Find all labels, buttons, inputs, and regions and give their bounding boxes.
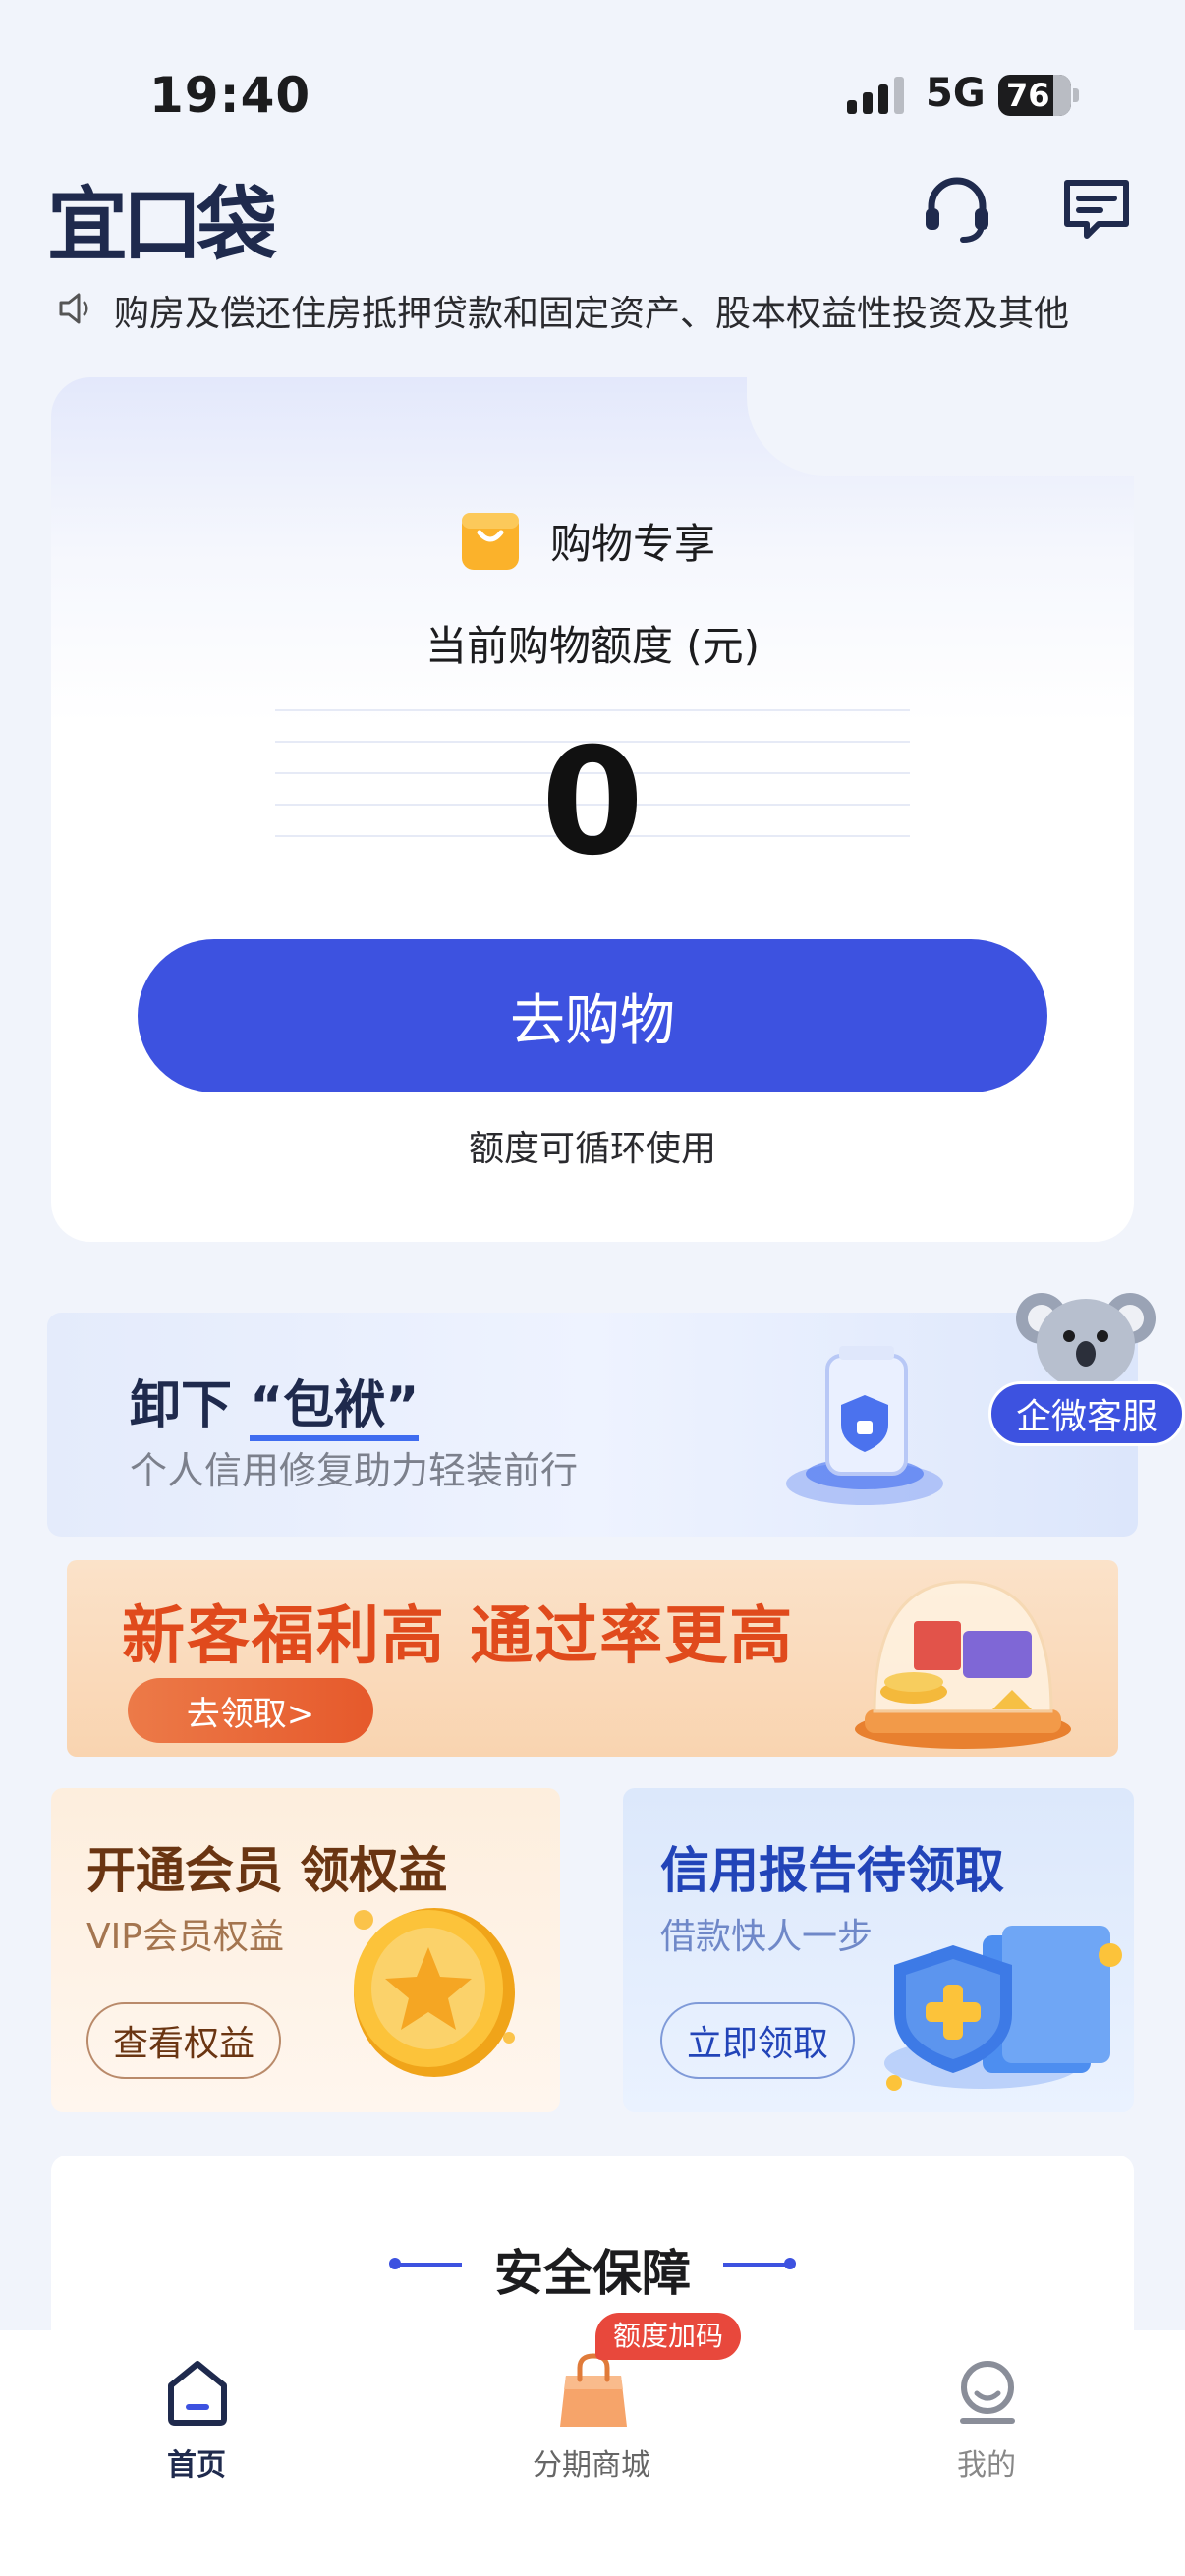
banner-title-highlight: “包袱” [250,1376,420,1441]
profile-icon[interactable] [953,2358,1022,2427]
safety-title: 安全保障 [494,2245,691,2302]
tab-mall-label[interactable]: 分期商城 [493,2440,690,2484]
divider-line [723,2263,792,2267]
network-type: 5G [926,71,986,116]
shield-report-icon [884,1926,1122,2091]
claim-now-button[interactable]: 立即领取 [660,2002,855,2079]
banner-subtitle: 个人信用修复助力轻装前行 [130,1449,579,1492]
gift-dome-illustration [855,1580,1071,1749]
battery-icon: 76 [998,75,1079,116]
tab-home-label[interactable]: 首页 [98,2440,295,2484]
view-benefits-button[interactable]: 查看权益 [86,2002,281,2079]
banner-title-prefix: 卸下 [130,1376,233,1435]
message-icon[interactable] [1057,169,1136,248]
phone-shield-illustration [786,1346,943,1505]
mall-badge: 额度加码 [595,2313,742,2360]
limit-amount: 0 [540,717,645,888]
notice-marquee[interactable]: 购房及偿还住房抵押贷款和固定资产、股本权益性投资及其他 [114,285,1136,336]
category-label: 购物专享 [550,520,716,568]
claim-button[interactable]: 去领取> [128,1678,373,1743]
limit-label: 当前购物额度 (元) [424,622,761,670]
shopping-bag-icon [462,513,519,570]
wecom-service-button[interactable]: 企微客服 [988,1381,1185,1446]
new-user-banner-title: 新客福利高 通过率更高 [122,1600,795,1673]
credit-subtitle: 借款快人一步 [660,1917,874,1957]
vip-subtitle: VIP会员权益 [86,1917,284,1957]
signal-icon [847,77,904,114]
card-notch [747,377,1136,476]
koala-mascot-icon[interactable] [1012,1279,1159,1397]
banner-title: 卸下 “包袱” [130,1364,420,1441]
star-coin-icon [354,1908,515,2077]
shopping-bag-icon[interactable] [552,2350,635,2433]
cycle-note: 额度可循环使用 [468,1129,716,1169]
speaker-icon [59,293,88,324]
battery-level: 76 [1006,77,1050,114]
go-shopping-button[interactable]: 去购物 [138,939,1047,1092]
home-icon[interactable] [163,2358,232,2427]
tab-me-label[interactable]: 我的 [888,2440,1085,2484]
divider-dot [784,2258,796,2269]
status-time: 19:40 [149,67,311,124]
app-logo: 宜口袋 [47,179,277,272]
credit-title: 信用报告待领取 [660,1842,1004,1899]
headset-icon[interactable] [918,169,996,248]
